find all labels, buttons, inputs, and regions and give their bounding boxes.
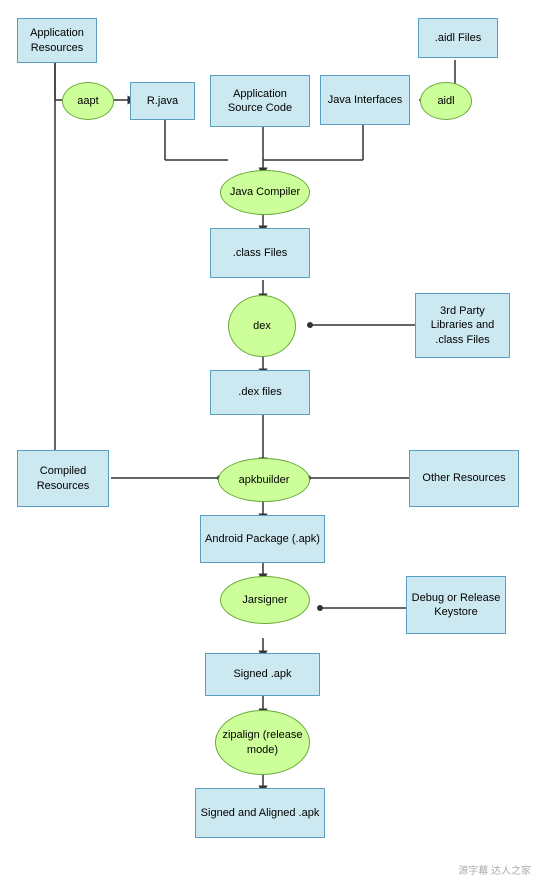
diagram: Application Resources .aidl Files aapt R… bbox=[0, 0, 536, 882]
aidl-label: aidl bbox=[437, 94, 454, 108]
java-compiler-label: Java Compiler bbox=[230, 185, 300, 199]
apkbuilder-oval: apkbuilder bbox=[218, 458, 310, 502]
dex-files-box: .dex files bbox=[210, 370, 310, 415]
aapt-oval: aapt bbox=[62, 82, 114, 120]
java-compiler-oval: Java Compiler bbox=[220, 170, 310, 215]
jarsigner-label: Jarsigner bbox=[242, 593, 287, 607]
aidl-files-label: .aidl Files bbox=[435, 31, 481, 45]
zipalign-oval: zipalign (release mode) bbox=[215, 710, 310, 775]
r-java-label: R.java bbox=[147, 94, 178, 108]
java-interfaces-box: Java Interfaces bbox=[320, 75, 410, 125]
android-package-box: Android Package (.apk) bbox=[200, 515, 325, 563]
app-resources-box: Application Resources bbox=[17, 18, 97, 63]
third-party-label: 3rd Party Libraries and .class Files bbox=[420, 304, 505, 347]
jarsigner-oval: Jarsigner bbox=[220, 576, 310, 624]
compiled-resources-box: Compiled Resources bbox=[17, 450, 109, 507]
dex-label: dex bbox=[253, 319, 271, 333]
watermark: 源字幕 达人之家 bbox=[458, 862, 531, 877]
dex-oval: dex bbox=[228, 295, 296, 357]
dex-files-label: .dex files bbox=[238, 385, 281, 399]
compiled-resources-label: Compiled Resources bbox=[22, 464, 104, 493]
aidl-files-box: .aidl Files bbox=[418, 18, 498, 58]
aidl-oval: aidl bbox=[420, 82, 472, 120]
other-resources-box: Other Resources bbox=[409, 450, 519, 507]
app-source-box: Application Source Code bbox=[210, 75, 310, 127]
apkbuilder-label: apkbuilder bbox=[239, 473, 290, 487]
signed-aligned-label: Signed and Aligned .apk bbox=[201, 806, 320, 820]
debug-release-box: Debug or Release Keystore bbox=[406, 576, 506, 634]
debug-release-label: Debug or Release Keystore bbox=[411, 591, 501, 620]
class-files-box: .class Files bbox=[210, 228, 310, 278]
app-source-label: Application Source Code bbox=[215, 87, 305, 116]
signed-apk-label: Signed .apk bbox=[233, 667, 291, 681]
signed-aligned-box: Signed and Aligned .apk bbox=[195, 788, 325, 838]
other-resources-label: Other Resources bbox=[422, 471, 505, 485]
third-party-box: 3rd Party Libraries and .class Files bbox=[415, 293, 510, 358]
app-resources-label: Application Resources bbox=[22, 26, 92, 55]
zipalign-label: zipalign (release mode) bbox=[220, 728, 305, 757]
signed-apk-box: Signed .apk bbox=[205, 653, 320, 696]
class-files-label: .class Files bbox=[233, 246, 287, 260]
r-java-box: R.java bbox=[130, 82, 195, 120]
aapt-label: aapt bbox=[77, 94, 98, 108]
android-package-label: Android Package (.apk) bbox=[205, 532, 320, 546]
java-interfaces-label: Java Interfaces bbox=[328, 93, 403, 107]
